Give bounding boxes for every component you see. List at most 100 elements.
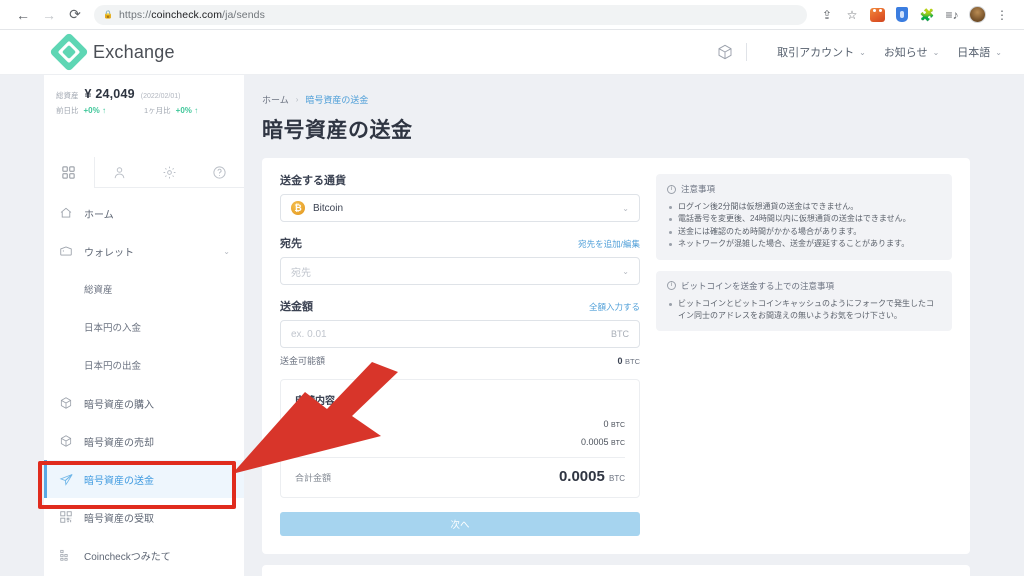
sidebar-item-label: 暗号資産の購入 [84, 399, 154, 411]
sidebar-item-label: 暗号資産の送金 [84, 475, 154, 487]
sidebar-item-label: ウォレット [84, 247, 134, 259]
send-form: 送金する通貨 ₿ Bitcoin ⌄ 宛先 宛先を追加/編集 宛先 ⌄ 送金額 [280, 172, 640, 536]
notice-item: ビットコインとビットコインキャッシュのようにフォークで発生したコイン同士のアドレ… [667, 298, 941, 323]
chrome-menu-icon[interactable]: ⋮ [990, 3, 1014, 27]
nav-language[interactable]: 日本語 ⌄ [957, 44, 1002, 60]
account-tab[interactable] [95, 157, 145, 187]
summary-total-unit: BTC [609, 474, 625, 483]
sidebar-item-label: 日本円の入金 [84, 323, 142, 334]
nav-trading-account[interactable]: 取引アカウント ⌄ [777, 44, 866, 60]
qr-code-icon [58, 510, 74, 524]
summary-row-value: 0.0005 [580, 437, 609, 447]
sidebar-item-label: 暗号資産の受取 [84, 513, 154, 525]
settings-tab[interactable] [145, 157, 195, 187]
chevron-down-icon: ⌄ [622, 203, 629, 213]
send-history-card: 送金履歴 取引履歴 [262, 565, 970, 576]
summary-row: 送金額 0 BTC [295, 417, 625, 430]
sidebar-item-buy-crypto[interactable]: 暗号資産の購入 [44, 384, 244, 422]
total-asset-date: (2022/02/01) [140, 93, 181, 100]
bookmark-star-icon[interactable]: ☆ [840, 3, 864, 27]
cube-icon[interactable] [710, 44, 740, 60]
sidebar-item-jpy-withdraw[interactable]: 日本円の出金 [44, 346, 244, 384]
grid-tab[interactable] [44, 157, 95, 188]
help-tab[interactable] [194, 157, 244, 187]
summary-row: 手数料 0.0005 BTC [295, 435, 625, 448]
summary-row-value: 0 [603, 419, 609, 429]
summary-total-label: 合計金額 [295, 473, 332, 483]
summary-row-unit: BTC [611, 422, 625, 429]
brand-logo[interactable]: Exchange [49, 32, 175, 72]
notice-title: 注意事項 [681, 184, 716, 194]
address-placeholder: 宛先 [291, 267, 311, 279]
sidebar-item-wallet[interactable]: ウォレット ⌄ [44, 232, 244, 270]
bitcoin-coin-icon: ₿ [291, 201, 305, 215]
currency-value: Bitcoin [313, 202, 344, 214]
notice-title: ビットコインを送金する上での注意事項 [681, 280, 835, 291]
summary-row-label: 手数料 [295, 437, 323, 447]
summary-row-label: 送金額 [295, 419, 323, 429]
application-summary: 申請内容 送金額 0 BTC 手数料 0.0005 BTC 合計金額 0.000… [280, 379, 640, 498]
sidebar-item-label: 暗号資産の売却 [84, 437, 154, 449]
sidebar-item-sell-crypto[interactable]: 暗号資産の売却 [44, 422, 244, 460]
nav-notifications[interactable]: お知らせ ⌄ [884, 44, 939, 60]
header-divider [746, 43, 748, 61]
breadcrumb-home[interactable]: ホーム [262, 93, 289, 106]
browser-toolbar: ← → ⟳ 🔒 https://coincheck.com/ja/sends ⇪… [0, 0, 1024, 30]
address-select[interactable]: 宛先 ⌄ [280, 257, 640, 285]
gear-icon [163, 166, 176, 178]
lock-icon: 🔒 [103, 10, 113, 19]
blue-extension-icon[interactable] [890, 3, 914, 27]
sidebar-nav: ホーム ウォレット ⌄ 総資産 日本円の入金 日本円の出金 暗号資産の購入 暗号… [44, 188, 244, 574]
dots-grid-icon [58, 548, 74, 562]
sidebar-item-send-crypto[interactable]: 暗号資産の送金 [44, 460, 244, 498]
sidebar: 総資産 ¥ 24,049 (2022/02/01) 前日比 +0% ↑ 1ヶ月比… [44, 75, 244, 576]
nav-language-label: 日本語 [957, 47, 991, 59]
fill-max-link[interactable]: 全額入力する [589, 301, 640, 313]
sidebar-tabs [44, 157, 244, 188]
question-circle-icon [213, 165, 226, 179]
sidebar-item-receive-crypto[interactable]: 暗号資産の受取 [44, 498, 244, 536]
notices-column: i 注意事項 ログイン後2分間は仮想通貨の送金はできません。 電話番号を変更後、… [656, 172, 952, 536]
currency-select[interactable]: ₿ Bitcoin ⌄ [280, 194, 640, 222]
exchange-diamond-icon [49, 32, 89, 72]
back-button[interactable]: ← [10, 2, 36, 28]
notice-bitcoin: i ビットコインを送金する上での注意事項 ビットコインとビットコインキャッシュの… [656, 270, 952, 332]
reading-list-icon[interactable]: ≡♪ [940, 3, 964, 27]
extensions-puzzle-icon[interactable]: 🧩 [915, 3, 939, 27]
nav-notifications-label: お知らせ [883, 47, 928, 59]
address-label: 宛先 [280, 238, 302, 250]
main-content: ホーム › 暗号資産の送金 暗号資産の送金 送金する通貨 ₿ Bitcoin ⌄… [244, 75, 1024, 576]
notice-item: 電話番号を変更後、24時間以内に仮想通貨の送金はできません。 [667, 213, 941, 225]
box-buy-icon [58, 396, 74, 410]
share-icon[interactable]: ⇪ [815, 3, 839, 27]
address-bar[interactable]: 🔒 https://coincheck.com/ja/sends [94, 4, 807, 25]
sidebar-item-label: Coincheckつみたて [84, 551, 171, 563]
prev-day-label: 前日比 [56, 106, 79, 115]
sidebar-item-label: ホーム [84, 209, 114, 221]
chevron-down-icon: ⌄ [622, 266, 629, 276]
left-rail [0, 75, 44, 576]
amount-input[interactable]: ex. 0.01 BTC [280, 320, 640, 348]
page-body: 総資産 ¥ 24,049 (2022/02/01) 前日比 +0% ↑ 1ヶ月比… [0, 75, 1024, 576]
metamask-extension-icon[interactable] [865, 3, 889, 27]
info-circle-icon: i [667, 281, 676, 291]
forward-button[interactable]: → [36, 2, 62, 28]
available-unit: BTC [625, 357, 640, 366]
sidebar-item-label: 総資産 [84, 285, 113, 296]
breadcrumb-current[interactable]: 暗号資産の送金 [305, 93, 368, 106]
summary-total-value: 0.0005 [558, 468, 605, 485]
add-edit-address-link[interactable]: 宛先を追加/編集 [578, 238, 640, 250]
chevron-down-icon: ⌄ [995, 47, 1002, 57]
amount-unit: BTC [611, 329, 629, 339]
grid-icon [62, 165, 75, 179]
sidebar-item-home[interactable]: ホーム [44, 194, 244, 232]
profile-avatar-icon[interactable] [965, 3, 989, 27]
url-text: https://coincheck.com/ja/sends [118, 8, 265, 21]
next-button[interactable]: 次へ [280, 512, 640, 536]
reload-button[interactable]: ⟳ [62, 2, 88, 28]
box-sell-icon [58, 434, 74, 448]
sidebar-item-jpy-deposit[interactable]: 日本円の入金 [44, 308, 244, 346]
sidebar-item-total-assets[interactable]: 総資産 [44, 270, 244, 308]
sidebar-item-coincheck-tsumitate[interactable]: Coincheckつみたて [44, 536, 244, 574]
amount-placeholder: ex. 0.01 [291, 328, 327, 340]
